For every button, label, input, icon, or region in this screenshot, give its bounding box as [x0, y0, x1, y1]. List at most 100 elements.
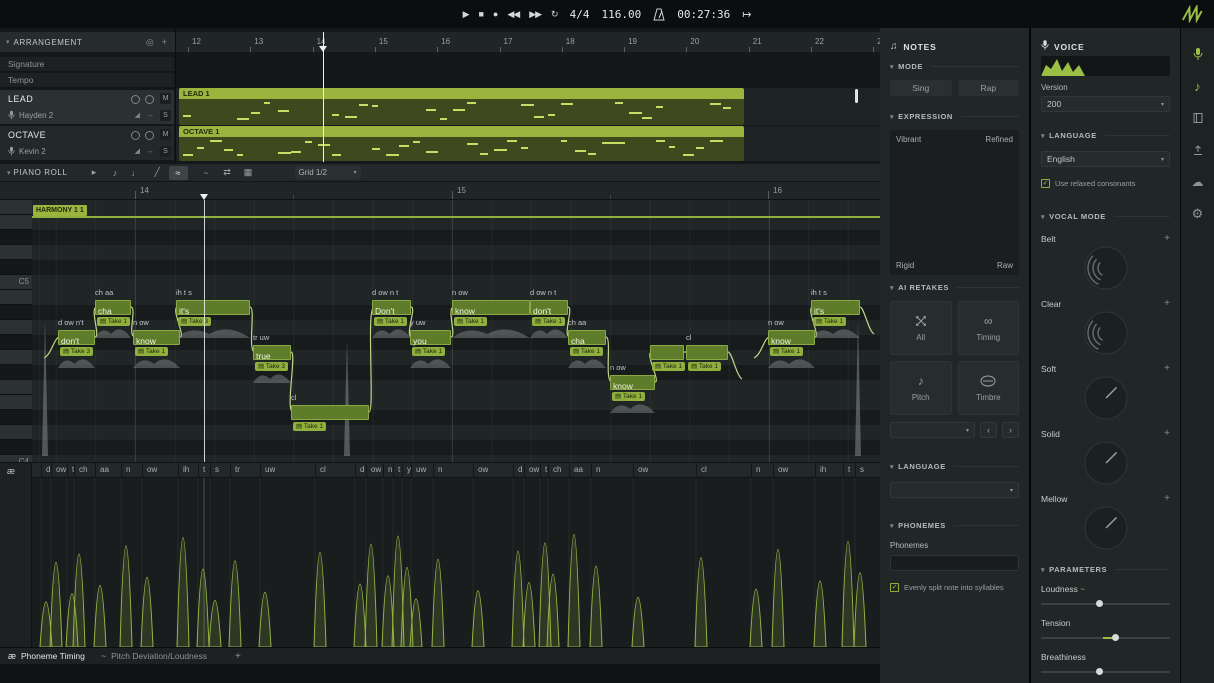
note[interactable]: it's [811, 300, 860, 315]
timeline-ruler[interactable]: 121314151617181920212223 [176, 32, 880, 52]
track-lead[interactable]: LEAD Hayden 2 ◢ ↔ M S [0, 90, 174, 124]
take-badge[interactable]: ▤ Take 1 [374, 317, 407, 326]
note[interactable]: true [253, 345, 291, 360]
section-ai-retakes[interactable]: ▾AI RETAKES [890, 283, 1019, 292]
retake-select[interactable]: ▾ [890, 422, 975, 438]
phoneme-token[interactable]: n [438, 465, 442, 474]
goto-end-button[interactable]: ↦ [742, 8, 751, 21]
pianoroll-canvas[interactable]: HARMONY 1 1 d ow n'tdon't▤ Take 3ch aach… [0, 200, 880, 462]
section-vocal-mode[interactable]: ▾VOCAL MODE [1041, 212, 1170, 221]
add-track-button[interactable]: + [160, 37, 169, 47]
take-badge[interactable]: ▤ Take 1 [412, 347, 445, 356]
version-select[interactable]: 200▾ [1041, 96, 1170, 112]
phoneme-strip[interactable]: æ dowtchaanowihtstruwcldowntyuwnowdowtch… [0, 462, 880, 478]
section-note-language[interactable]: ▾LANGUAGE [890, 462, 1019, 471]
take-badge[interactable]: ▤ Take 1 [97, 317, 130, 326]
fader-icon[interactable]: ◢ [135, 147, 140, 155]
take-badge[interactable]: ▤ Take 3 [178, 317, 211, 326]
piano-keyboard[interactable]: C5C4 [0, 200, 32, 462]
scrollbar-thumb[interactable] [855, 89, 858, 103]
track-info-icon[interactable] [145, 131, 154, 140]
take-badge[interactable]: ▤ Take 1 [293, 422, 326, 431]
piano-key[interactable] [0, 410, 32, 425]
section-mode[interactable]: ▾MODE [890, 62, 1019, 71]
voice-language-select[interactable]: English▾ [1041, 151, 1170, 167]
collapse-chevron-icon[interactable]: ▾ [6, 38, 10, 46]
time-signature[interactable]: 4/4 [570, 8, 590, 21]
vocal-mode-knob[interactable] [1041, 310, 1170, 356]
phoneme-token[interactable]: t [203, 465, 205, 474]
phoneme-token[interactable]: uw [416, 465, 426, 474]
piano-key[interactable] [0, 215, 32, 230]
add-vocal-mode-button[interactable]: + [1164, 298, 1170, 309]
track-voice[interactable]: Hayden 2 [8, 110, 53, 120]
grid-select[interactable]: Grid 1/2 ▾ [295, 166, 361, 179]
voice-tool[interactable] [1186, 42, 1210, 66]
piano-key[interactable] [0, 425, 32, 440]
piano-key[interactable] [0, 395, 32, 410]
piano-key[interactable] [0, 335, 32, 350]
tab-phoneme-timing[interactable]: æ Phoneme Timing [8, 651, 85, 661]
note[interactable]: cha [95, 300, 131, 315]
param-slider[interactable] [1041, 634, 1170, 642]
phoneme-token[interactable]: ow [778, 465, 788, 474]
note-language-select[interactable]: ▾ [890, 482, 1019, 498]
mute-button[interactable]: M [160, 93, 171, 104]
relaxed-consonants-checkbox[interactable]: ✓ Use relaxed consonants [1041, 179, 1170, 188]
select-note-tool[interactable]: ▸ [85, 166, 104, 180]
timeline-area[interactable]: 121314151617181920212223 LEAD 1 OCTAVE 1 [175, 28, 880, 164]
phoneme-token[interactable]: d [360, 465, 364, 474]
piano-key[interactable] [0, 245, 32, 260]
tab-pitch-deviation-loudness[interactable]: ~ Pitch Deviation/Loudness [101, 651, 207, 661]
track-dial-icon[interactable] [131, 95, 140, 104]
library-tool[interactable] [1186, 106, 1210, 130]
smooth-tool[interactable]: ~ [197, 166, 216, 180]
mode-sing-button[interactable]: Sing [890, 80, 952, 96]
slider-handle[interactable] [1096, 600, 1103, 607]
vocal-mode-knob[interactable] [1041, 245, 1170, 291]
overdub-icon[interactable]: ◎ [144, 37, 156, 48]
add-vocal-mode-button[interactable]: + [1164, 363, 1170, 374]
phoneme-token[interactable]: t [545, 465, 547, 474]
piano-key[interactable] [0, 365, 32, 380]
stop-button[interactable]: ■ [478, 9, 482, 19]
vocal-mode-knob[interactable] [1041, 440, 1170, 486]
phoneme-token[interactable]: aa [100, 465, 109, 474]
phoneme-token[interactable]: ih [183, 465, 189, 474]
phoneme-token[interactable]: aa [574, 465, 583, 474]
arrangement-playhead[interactable] [323, 32, 324, 162]
settings-tool[interactable]: ⚙ [1186, 202, 1210, 226]
prev-take-button[interactable]: ‹ [980, 422, 997, 438]
take-badge[interactable]: ▤ Take 1 [813, 317, 846, 326]
note[interactable] [291, 405, 369, 420]
phoneme-token[interactable]: d [46, 465, 50, 474]
phoneme-token[interactable]: ch [79, 465, 87, 474]
arrangement-header[interactable]: ▾ ARRANGEMENT ◎ + [0, 32, 175, 52]
phoneme-token[interactable]: t [848, 465, 850, 474]
playhead-line[interactable] [204, 200, 205, 462]
note[interactable]: cha [568, 330, 606, 345]
cloud-tool[interactable]: ☁ [1186, 170, 1210, 194]
fader-icon[interactable]: ◢ [135, 111, 140, 119]
fast-forward-button[interactable]: ▶▶ [529, 9, 541, 20]
piano-key[interactable]: C4 [0, 455, 32, 462]
draw-note-tool[interactable]: ♪ [106, 166, 125, 180]
add-panel-button[interactable]: + [235, 651, 241, 662]
phonemes-input[interactable] [890, 555, 1019, 571]
pan-icon[interactable]: ↔ [147, 148, 154, 155]
section-phonemes[interactable]: ▾PHONEMES [890, 521, 1019, 530]
section-parameters[interactable]: ▾PARAMETERS [1041, 565, 1170, 574]
phoneme-token[interactable]: d [518, 465, 522, 474]
vocal-mode-knob[interactable] [1041, 505, 1170, 551]
take-badge[interactable]: ▤ Take 1 [612, 392, 645, 401]
piano-key[interactable] [0, 320, 32, 335]
note[interactable]: know [610, 375, 655, 390]
phoneme-token[interactable]: s [860, 465, 864, 474]
piano-key[interactable] [0, 230, 32, 245]
clip-lead-1[interactable]: LEAD 1 [179, 88, 744, 125]
piano-key[interactable] [0, 440, 32, 455]
phoneme-token[interactable]: tr [235, 465, 240, 474]
track-voice[interactable]: Kevin 2 [8, 146, 46, 156]
note[interactable]: don't [530, 300, 568, 315]
note[interactable]: know [133, 330, 180, 345]
